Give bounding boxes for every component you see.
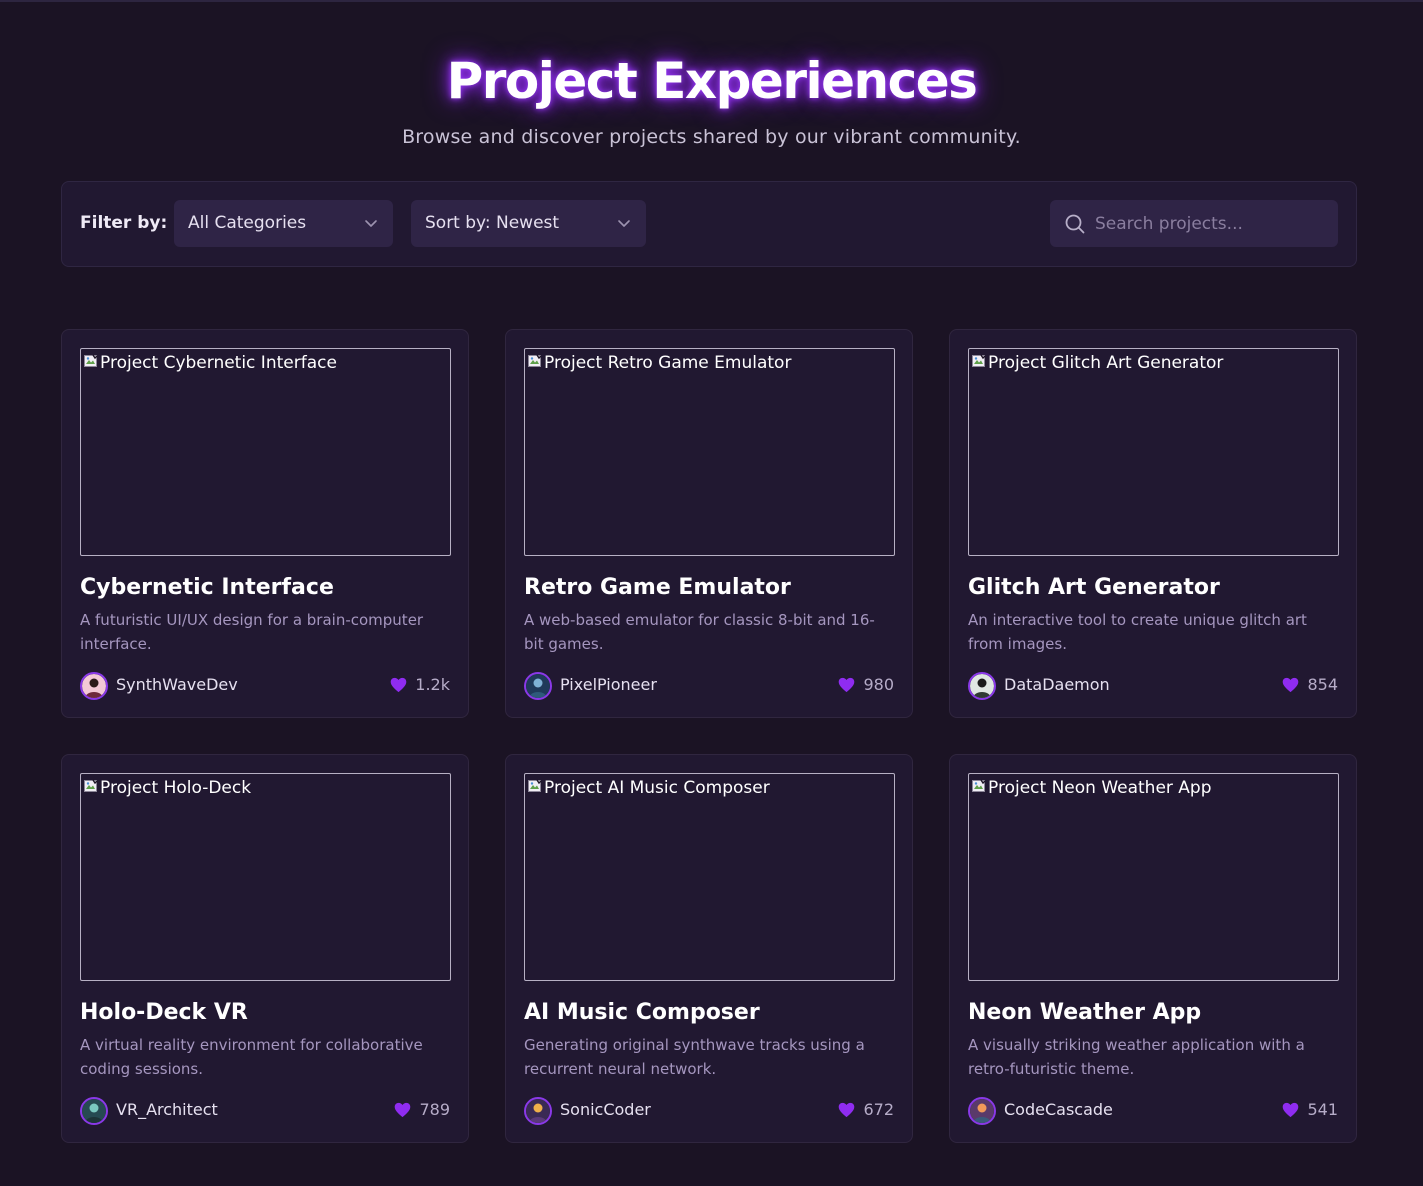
like-count-value: 541 <box>1307 1100 1338 1119</box>
like-count-value: 980 <box>863 675 894 694</box>
heart-icon[interactable] <box>1282 1102 1299 1118</box>
page-title: Project Experiences <box>446 52 978 110</box>
project-description: Generating original synthwave tracks usi… <box>524 1036 865 1078</box>
author-avatar[interactable] <box>524 1097 552 1125</box>
author-avatar[interactable] <box>968 1097 996 1125</box>
project-title[interactable]: Neon Weather App <box>968 1000 1201 1025</box>
author-avatar[interactable] <box>968 672 996 700</box>
author-avatar[interactable] <box>80 672 108 700</box>
like-count[interactable]: 854 <box>1282 675 1338 694</box>
woman-portrait-icon <box>82 674 106 698</box>
broken-image-icon <box>528 354 542 367</box>
thumbnail-alt-text: Project Neon Weather App <box>988 778 1212 798</box>
project-description: A futuristic UI/UX design for a brain-co… <box>80 611 424 653</box>
project-title[interactable]: Cybernetic Interface <box>80 575 334 600</box>
author-avatar[interactable] <box>80 1097 108 1125</box>
search-box[interactable] <box>1050 200 1338 247</box>
thumbnail-alt-text: Project Retro Game Emulator <box>544 353 792 373</box>
broken-image-icon <box>84 779 98 792</box>
thumbnail-alt-text: Project AI Music Composer <box>544 778 770 798</box>
heart-icon[interactable] <box>838 1102 855 1118</box>
landscape-icon <box>970 1099 994 1123</box>
author-name[interactable]: PixelPioneer <box>560 675 657 694</box>
project-thumbnail[interactable]: Project Neon Weather App <box>968 773 1339 981</box>
author-name[interactable]: VR_Architect <box>116 1100 218 1119</box>
like-count[interactable]: 1.2k <box>390 675 450 694</box>
page-subtitle: Browse and discover projects shared by o… <box>402 126 1021 148</box>
category-select-value: All Categories <box>188 213 307 233</box>
like-count-value: 672 <box>863 1100 894 1119</box>
project-thumbnail[interactable]: Project Holo-Deck <box>80 773 451 981</box>
project-thumbnail[interactable]: Project AI Music Composer <box>524 773 895 981</box>
like-count[interactable]: 980 <box>838 675 894 694</box>
project-card[interactable]: Project Neon Weather App Neon Weather Ap… <box>949 754 1357 1143</box>
project-card[interactable]: Project Retro Game Emulator Retro Game E… <box>505 329 913 718</box>
sort-select[interactable]: Sort by: Newest <box>411 200 646 247</box>
category-select[interactable]: All Categories <box>174 200 393 247</box>
project-card[interactable]: Project AI Music Composer AI Music Compo… <box>505 754 913 1143</box>
chevron-down-icon <box>618 220 630 227</box>
like-count[interactable]: 672 <box>838 1100 894 1119</box>
author-name[interactable]: CodeCascade <box>1004 1100 1113 1119</box>
broken-image-icon <box>528 779 542 792</box>
author-name[interactable]: DataDaemon <box>1004 675 1110 694</box>
thumbnail-alt-text: Project Holo-Deck <box>100 778 252 798</box>
project-thumbnail[interactable]: Project Retro Game Emulator <box>524 348 895 556</box>
sunset-icon <box>526 1099 550 1123</box>
filter-label: Filter by: <box>80 213 168 233</box>
like-count[interactable]: 541 <box>1282 1100 1338 1119</box>
dark-figure-icon <box>970 674 994 698</box>
like-count[interactable]: 789 <box>394 1100 450 1119</box>
top-border <box>0 0 1423 2</box>
heart-icon[interactable] <box>394 1102 411 1118</box>
project-title[interactable]: AI Music Composer <box>524 1000 760 1025</box>
project-description: A visually striking weather application … <box>968 1036 1305 1078</box>
project-description: A web-based emulator for classic 8-bit a… <box>524 611 875 653</box>
project-thumbnail[interactable]: Project Cybernetic Interface <box>80 348 451 556</box>
thumbnail-alt-text: Project Glitch Art Generator <box>988 353 1224 373</box>
like-count-value: 854 <box>1307 675 1338 694</box>
project-thumbnail[interactable]: Project Glitch Art Generator <box>968 348 1339 556</box>
search-icon <box>1065 214 1085 234</box>
heart-icon[interactable] <box>390 677 407 693</box>
project-title[interactable]: Retro Game Emulator <box>524 575 791 600</box>
project-description: An interactive tool to create unique gli… <box>968 611 1307 653</box>
search-input[interactable] <box>1095 200 1325 247</box>
broken-image-icon <box>972 779 986 792</box>
project-description: A virtual reality environment for collab… <box>80 1036 423 1078</box>
filter-bar: Filter by: All Categories Sort by: Newes… <box>61 181 1357 267</box>
project-card[interactable]: Project Glitch Art Generator Glitch Art … <box>949 329 1357 718</box>
like-count-value: 1.2k <box>415 675 450 694</box>
project-title[interactable]: Holo-Deck VR <box>80 1000 248 1025</box>
page-header: Project Experiences Browse and discover … <box>0 50 1423 148</box>
heart-icon[interactable] <box>838 677 855 693</box>
author-name[interactable]: SonicCoder <box>560 1100 651 1119</box>
robot-head-icon <box>526 674 550 698</box>
project-card[interactable]: Project Holo-Deck Holo-Deck VR A virtual… <box>61 754 469 1143</box>
author-name[interactable]: SynthWaveDev <box>116 675 238 694</box>
heart-icon[interactable] <box>1282 677 1299 693</box>
like-count-value: 789 <box>419 1100 450 1119</box>
author-avatar[interactable] <box>524 672 552 700</box>
broken-image-icon <box>84 354 98 367</box>
vr-figure-icon <box>82 1099 106 1123</box>
sort-select-value: Sort by: Newest <box>425 213 560 233</box>
project-card[interactable]: Project Cybernetic Interface Cybernetic … <box>61 329 469 718</box>
broken-image-icon <box>972 354 986 367</box>
project-title[interactable]: Glitch Art Generator <box>968 575 1220 600</box>
chevron-down-icon <box>365 220 377 227</box>
thumbnail-alt-text: Project Cybernetic Interface <box>100 353 337 373</box>
